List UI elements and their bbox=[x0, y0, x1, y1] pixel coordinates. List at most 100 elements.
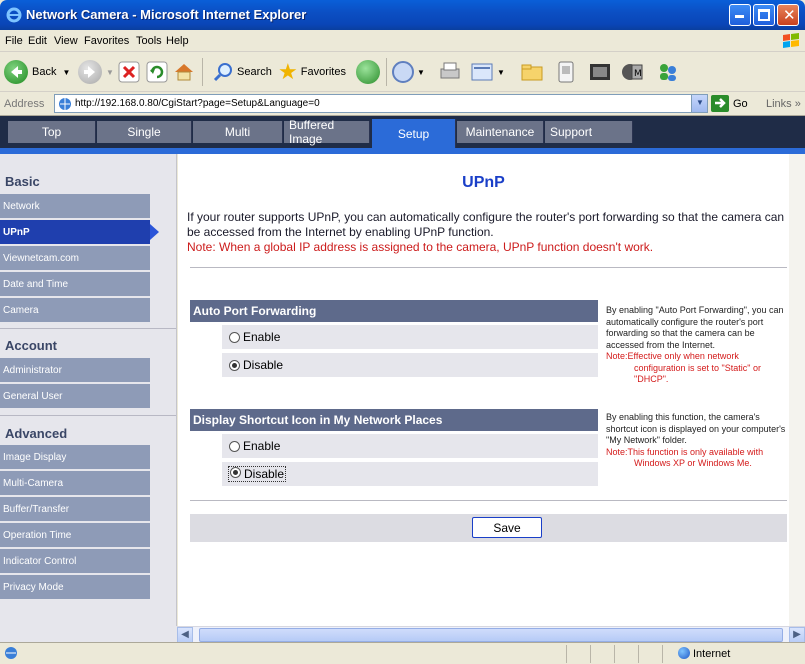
save-button[interactable]: Save bbox=[472, 517, 542, 538]
favorites-button[interactable]: ★ Favorites bbox=[278, 58, 346, 86]
back-button[interactable]: Back ▼ bbox=[4, 58, 70, 86]
tab-support[interactable]: Support bbox=[545, 121, 633, 143]
vertical-scrollbar[interactable] bbox=[789, 154, 805, 626]
option-label: Enable bbox=[243, 439, 281, 453]
print-button[interactable] bbox=[438, 58, 462, 86]
home-icon bbox=[175, 64, 193, 81]
contacts-button[interactable] bbox=[656, 58, 680, 86]
stop-button[interactable] bbox=[118, 58, 140, 86]
refresh-button[interactable] bbox=[146, 58, 168, 86]
option-row-disable[interactable]: Disable bbox=[222, 353, 598, 377]
sidebar-item-general-user[interactable]: General User bbox=[0, 384, 150, 408]
address-dropdown[interactable]: ▼ bbox=[691, 95, 707, 112]
messenger-button[interactable] bbox=[556, 58, 576, 86]
tab-setup[interactable]: Setup bbox=[372, 119, 456, 148]
option-row-enable[interactable]: Enable bbox=[222, 325, 598, 349]
sidebar-item-operation-time[interactable]: Operation Time bbox=[0, 523, 150, 547]
toolbar: Back ▼ ▼ Search ★ Favorites ▼ ▼ M bbox=[0, 52, 805, 92]
menu-file[interactable]: File bbox=[5, 35, 23, 47]
search-button[interactable]: Search bbox=[212, 58, 272, 86]
section-auto-port-forwarding: Auto Port Forwarding bbox=[190, 300, 598, 322]
sidebar: Basic Network UPnP Viewnetcam.com Date a… bbox=[0, 154, 177, 626]
help-note-prefix: Note:This function is only available wit… bbox=[606, 446, 764, 457]
tab-multi[interactable]: Multi bbox=[193, 121, 283, 143]
title-bar: Network Camera - Microsoft Internet Expl… bbox=[0, 0, 805, 30]
address-bar: Address http://192.168.0.80/CgiStart?pag… bbox=[0, 92, 805, 116]
focused-option[interactable]: Disable bbox=[227, 466, 287, 482]
chevron-down-icon[interactable]: ▼ bbox=[62, 68, 70, 77]
history-button[interactable] bbox=[356, 58, 380, 86]
radio-auto-port-enable[interactable] bbox=[229, 331, 240, 343]
scroll-thumb[interactable] bbox=[199, 628, 783, 642]
radio-shortcut-enable[interactable] bbox=[229, 440, 240, 452]
menu-favorites[interactable]: Favorites bbox=[84, 35, 129, 47]
status-divider bbox=[638, 645, 639, 663]
research-button[interactable]: M bbox=[620, 58, 644, 86]
menu-edit[interactable]: Edit bbox=[28, 35, 47, 47]
sidebar-item-multi-camera[interactable]: Multi-Camera bbox=[0, 471, 150, 495]
go-label[interactable]: Go bbox=[733, 98, 748, 110]
upnp-note: Note: When a global IP address is assign… bbox=[187, 240, 654, 254]
links-button[interactable]: Links » bbox=[766, 98, 801, 110]
option-label: Disable bbox=[244, 467, 285, 481]
status-bar: Internet bbox=[0, 642, 805, 664]
close-button[interactable]: ✕ bbox=[777, 4, 799, 26]
stop-icon bbox=[118, 61, 140, 83]
sidebar-item-camera[interactable]: Camera bbox=[0, 298, 150, 322]
go-button[interactable] bbox=[711, 95, 729, 112]
go-arrow-icon bbox=[715, 98, 726, 108]
address-label: Address bbox=[4, 98, 45, 110]
option-row-enable[interactable]: Enable bbox=[222, 434, 598, 458]
menu-tools[interactable]: Tools bbox=[136, 35, 162, 47]
sidebar-item-date-time[interactable]: Date and Time bbox=[0, 272, 150, 296]
media-button[interactable] bbox=[588, 58, 612, 86]
scroll-left-button[interactable]: ◀ bbox=[177, 627, 193, 643]
sidebar-item-administrator[interactable]: Administrator bbox=[0, 358, 150, 382]
film-icon bbox=[590, 64, 610, 80]
menu-help[interactable]: Help bbox=[166, 35, 189, 47]
minimize-button[interactable] bbox=[729, 4, 751, 26]
scroll-right-button[interactable]: ▶ bbox=[789, 627, 805, 643]
tab-top[interactable]: Top bbox=[8, 121, 96, 143]
folder-button[interactable] bbox=[520, 58, 544, 86]
sidebar-item-privacy-mode[interactable]: Privacy Mode bbox=[0, 575, 150, 599]
help-note-prefix: Note:Effective only when network bbox=[606, 351, 739, 361]
chevron-down-icon[interactable]: ▼ bbox=[497, 68, 505, 77]
sidebar-item-network[interactable]: Network bbox=[0, 194, 150, 218]
sidebar-heading-account: Account bbox=[5, 338, 57, 353]
sidebar-item-indicator-control[interactable]: Indicator Control bbox=[0, 549, 150, 573]
horizontal-scrollbar[interactable]: ◀ ▶ bbox=[177, 626, 805, 643]
sidebar-divider bbox=[0, 415, 176, 416]
tab-single[interactable]: Single bbox=[97, 121, 192, 143]
sidebar-item-upnp[interactable]: UPnP bbox=[0, 220, 150, 244]
edit-icon bbox=[471, 63, 493, 81]
tab-maintenance[interactable]: Maintenance bbox=[457, 121, 544, 143]
chevron-down-icon[interactable]: ▼ bbox=[106, 68, 114, 77]
sidebar-item-buffer-transfer[interactable]: Buffer/Transfer bbox=[0, 497, 150, 521]
search-label: Search bbox=[237, 66, 272, 78]
radio-auto-port-disable[interactable] bbox=[229, 359, 240, 371]
address-input[interactable]: http://192.168.0.80/CgiStart?page=Setup&… bbox=[54, 94, 708, 113]
edit-button[interactable]: ▼ bbox=[470, 58, 505, 86]
search-icon bbox=[213, 63, 232, 82]
back-label: Back bbox=[32, 66, 57, 78]
camera-nav: Top Single Multi Buffered Image Setup Ma… bbox=[0, 116, 805, 148]
favorites-label: Favorites bbox=[300, 66, 346, 78]
maximize-button[interactable] bbox=[753, 4, 775, 26]
chevron-down-icon[interactable]: ▼ bbox=[417, 68, 425, 77]
links-label: Links bbox=[766, 98, 792, 110]
mail-icon bbox=[392, 61, 414, 83]
sidebar-item-image-display[interactable]: Image Display bbox=[0, 445, 150, 469]
divider bbox=[190, 500, 787, 501]
chevron-down-icon: ▼ bbox=[696, 98, 704, 107]
option-row-disable[interactable]: Disable bbox=[222, 462, 598, 486]
forward-button[interactable]: ▼ bbox=[78, 58, 114, 86]
option-label: Enable bbox=[243, 330, 281, 344]
radio-shortcut-disable[interactable] bbox=[230, 467, 241, 478]
home-button[interactable] bbox=[172, 58, 196, 86]
status-divider bbox=[662, 645, 663, 663]
tab-buffered-image[interactable]: Buffered Image bbox=[284, 118, 370, 146]
sidebar-item-viewnetcam[interactable]: Viewnetcam.com bbox=[0, 246, 150, 270]
menu-view[interactable]: View bbox=[54, 35, 78, 47]
mail-button[interactable]: ▼ bbox=[392, 58, 425, 86]
